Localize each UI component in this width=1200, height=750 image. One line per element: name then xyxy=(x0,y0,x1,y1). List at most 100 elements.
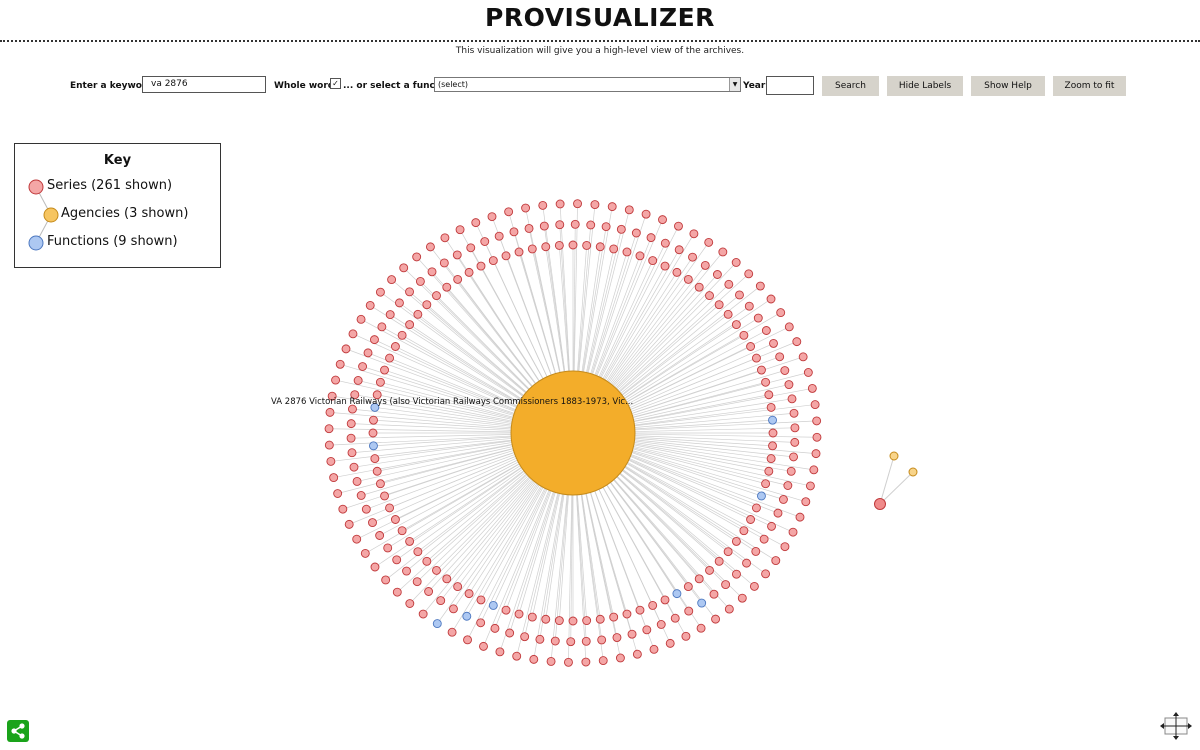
series-node[interactable] xyxy=(412,577,422,587)
series-node[interactable] xyxy=(812,432,822,442)
series-node[interactable] xyxy=(761,569,771,579)
series-node[interactable] xyxy=(798,352,808,362)
series-node[interactable] xyxy=(674,221,683,231)
share-button[interactable] xyxy=(7,720,29,742)
series-node[interactable] xyxy=(627,629,637,639)
series-node[interactable] xyxy=(746,515,756,524)
series-node[interactable] xyxy=(731,536,741,546)
series-node[interactable] xyxy=(524,224,534,233)
series-node[interactable] xyxy=(744,269,754,279)
series-node[interactable] xyxy=(377,322,387,332)
series-node[interactable] xyxy=(405,599,415,608)
series-node[interactable] xyxy=(326,456,336,466)
series-node[interactable] xyxy=(488,256,498,266)
series-node[interactable] xyxy=(529,654,539,664)
series-node[interactable] xyxy=(624,205,634,215)
series-node[interactable] xyxy=(609,612,619,622)
series-node[interactable] xyxy=(554,616,564,626)
series-node[interactable] xyxy=(757,365,766,375)
series-node[interactable] xyxy=(598,656,608,666)
series-node[interactable] xyxy=(773,508,783,518)
series-node[interactable] xyxy=(737,593,747,603)
series-node[interactable] xyxy=(723,309,733,319)
series-node[interactable] xyxy=(395,298,404,308)
series-node[interactable] xyxy=(694,574,704,584)
series-node[interactable] xyxy=(422,300,432,310)
series-node[interactable] xyxy=(383,543,393,553)
keyword-input[interactable]: va 2876 xyxy=(142,76,266,93)
series-node[interactable] xyxy=(329,473,339,483)
series-node[interactable] xyxy=(520,632,530,642)
series-node[interactable] xyxy=(365,300,375,310)
series-node[interactable] xyxy=(514,609,524,619)
series-node[interactable] xyxy=(424,587,434,596)
series-node[interactable] xyxy=(538,200,548,210)
function-select[interactable]: (select) ▼ xyxy=(434,77,741,92)
series-node[interactable] xyxy=(582,240,592,250)
series-node[interactable] xyxy=(790,423,800,433)
series-node[interactable] xyxy=(527,244,537,254)
series-node[interactable] xyxy=(761,479,771,489)
series-node[interactable] xyxy=(696,623,706,633)
series-node[interactable] xyxy=(333,489,343,498)
series-node[interactable] xyxy=(787,394,797,404)
series-node[interactable] xyxy=(471,218,481,228)
series-node[interactable] xyxy=(874,498,886,510)
series-node[interactable] xyxy=(795,512,805,522)
function-node[interactable] xyxy=(697,598,707,608)
series-node[interactable] xyxy=(385,353,395,363)
series-node[interactable] xyxy=(607,202,617,212)
agency-center-node[interactable] xyxy=(510,370,636,496)
series-node[interactable] xyxy=(590,200,600,210)
series-node[interactable] xyxy=(803,368,813,377)
series-node[interactable] xyxy=(766,294,776,304)
series-node[interactable] xyxy=(764,390,774,400)
hide-labels-button[interactable]: Hide Labels xyxy=(887,76,963,96)
series-node[interactable] xyxy=(711,614,721,624)
series-node[interactable] xyxy=(375,377,385,387)
series-node[interactable] xyxy=(442,574,452,584)
series-node[interactable] xyxy=(778,495,788,504)
series-node[interactable] xyxy=(609,244,619,254)
agency-node[interactable] xyxy=(908,467,918,477)
series-node[interactable] xyxy=(476,618,486,628)
series-node[interactable] xyxy=(739,330,749,340)
series-node[interactable] xyxy=(338,504,348,514)
series-node[interactable] xyxy=(810,400,820,410)
series-node[interactable] xyxy=(363,348,373,358)
series-node[interactable] xyxy=(684,606,694,616)
series-node[interactable] xyxy=(387,275,397,285)
series-node[interactable] xyxy=(739,526,749,536)
series-node[interactable] xyxy=(455,225,465,235)
series-node[interactable] xyxy=(568,616,578,626)
series-node[interactable] xyxy=(501,605,511,615)
series-node[interactable] xyxy=(642,625,652,635)
series-node[interactable] xyxy=(514,247,524,257)
series-node[interactable] xyxy=(346,433,356,443)
series-node[interactable] xyxy=(586,220,596,230)
series-node[interactable] xyxy=(790,437,800,447)
series-node[interactable] xyxy=(512,651,522,661)
series-node[interactable] xyxy=(541,614,551,624)
series-node[interactable] xyxy=(501,251,511,261)
series-node[interactable] xyxy=(622,247,632,257)
series-node[interactable] xyxy=(463,635,472,645)
series-node[interactable] xyxy=(392,587,402,597)
series-node[interactable] xyxy=(415,276,425,286)
series-node[interactable] xyxy=(347,448,357,458)
series-node[interactable] xyxy=(422,556,432,566)
series-node[interactable] xyxy=(425,242,435,252)
series-node[interactable] xyxy=(505,628,515,638)
series-node[interactable] xyxy=(641,209,651,219)
series-node[interactable] xyxy=(581,657,591,667)
series-node[interactable] xyxy=(660,261,670,271)
series-node[interactable] xyxy=(413,309,423,319)
series-node[interactable] xyxy=(597,635,607,645)
series-node[interactable] xyxy=(616,224,626,234)
series-node[interactable] xyxy=(656,620,666,629)
series-node[interactable] xyxy=(595,614,605,624)
series-node[interactable] xyxy=(776,308,786,318)
series-node[interactable] xyxy=(570,219,580,229)
series-node[interactable] xyxy=(335,359,345,369)
series-node[interactable] xyxy=(769,338,778,348)
